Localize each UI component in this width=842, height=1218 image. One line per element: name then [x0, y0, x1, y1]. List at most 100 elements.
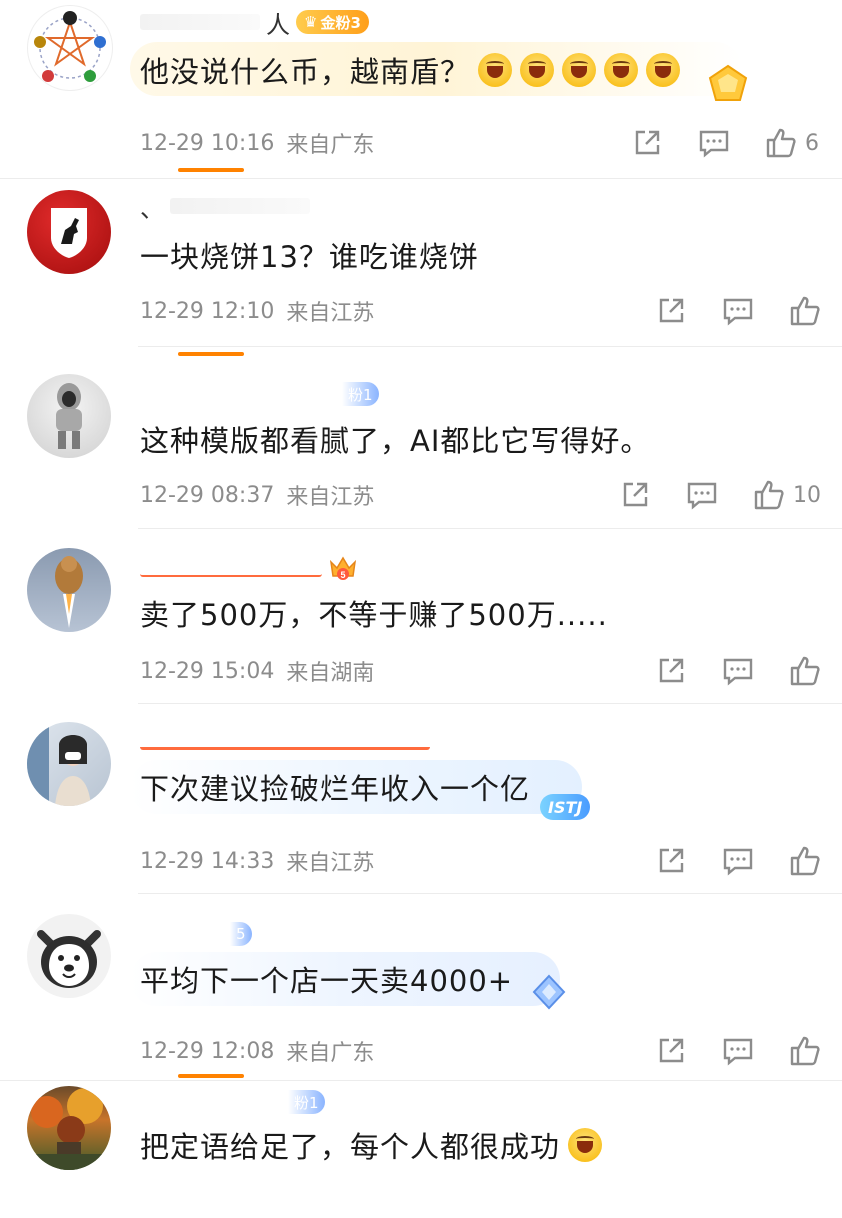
- share-button[interactable]: [656, 844, 686, 878]
- comment-3: 粉1 这种模版都看腻了，AI都比它写得好。 12-29 08:37 来自江苏 1…: [0, 362, 842, 532]
- divider: [138, 528, 842, 529]
- like-button[interactable]: 10: [753, 478, 821, 512]
- divider: [0, 1080, 842, 1081]
- share-button[interactable]: [620, 478, 650, 512]
- comment-icon: [723, 848, 753, 876]
- avatar[interactable]: [27, 374, 111, 458]
- avatar[interactable]: [27, 722, 111, 806]
- fan-badge[interactable]: 粉1: [288, 1090, 325, 1114]
- like-count: 6: [805, 130, 819, 156]
- like-button[interactable]: [789, 844, 821, 878]
- comment-4: 5 卖了500万，不等于赚了500万..... 12-29 15:04 来自湖南: [0, 532, 842, 704]
- comment-icon: [723, 1038, 753, 1066]
- fan-badge-label: 粉1: [348, 385, 373, 404]
- share-icon: [635, 130, 660, 155]
- comment-time: 12-29 08:37: [140, 482, 275, 508]
- username-masked: [140, 926, 224, 942]
- husky-dog-icon: [37, 930, 101, 988]
- share-button[interactable]: [656, 654, 686, 688]
- comment-text: 卖了500万，不等于赚了500万.....: [140, 588, 608, 638]
- comment-7: 粉1 把定语给足了，每个人都很成功: [0, 1082, 842, 1200]
- comment-meta: 12-29 15:04 来自湖南: [140, 656, 375, 687]
- reply-button[interactable]: [698, 126, 730, 160]
- username-masked: [140, 730, 430, 750]
- comment-text-body: 这种模版都看腻了，AI都比它写得好。: [140, 424, 651, 458]
- comment-text-body: 下次建议捡破烂年收入一个亿: [140, 772, 531, 806]
- comment-location: 来自江苏: [286, 301, 375, 326]
- rocket-dog-icon: [55, 556, 83, 628]
- thumbs-up-icon: [790, 296, 820, 326]
- reply-indicator: [178, 352, 244, 356]
- thumbs-up-icon: [790, 1036, 820, 1066]
- fan-badge[interactable]: 粉1: [342, 382, 379, 406]
- username[interactable]: [140, 726, 430, 754]
- username[interactable]: 5: [140, 920, 252, 948]
- username[interactable]: 粉1: [140, 1088, 325, 1116]
- fan-badge[interactable]: ♛ 金粉3: [296, 10, 369, 34]
- share-icon: [659, 658, 684, 683]
- comment-location: 来自广东: [286, 1041, 375, 1066]
- forest-photo-icon: [27, 1088, 111, 1170]
- share-icon: [659, 1038, 684, 1063]
- crown-badge-icon[interactable]: 5: [328, 554, 358, 582]
- comment-time: 12-29 15:04: [140, 658, 275, 684]
- comment-text-body: 把定语给足了，每个人都很成功: [140, 1130, 561, 1164]
- reply-button[interactable]: [686, 478, 718, 512]
- comment-text: 把定语给足了，每个人都很成功: [140, 1120, 603, 1170]
- five-elements-icon: [34, 11, 106, 82]
- comment-location: 来自湖南: [286, 661, 375, 686]
- avatar[interactable]: [27, 5, 113, 91]
- comment-icon: [687, 482, 717, 510]
- comment-meta: 12-29 14:33 来自江苏: [140, 846, 374, 877]
- like-button[interactable]: [789, 654, 821, 688]
- avatar[interactable]: [27, 914, 111, 998]
- username-tail: 人: [266, 10, 290, 39]
- reply-indicator: [178, 168, 244, 172]
- username-masked: [140, 14, 260, 30]
- comment-meta: 12-29 08:37 来自江苏: [140, 480, 374, 511]
- thumbs-up-icon: [790, 656, 820, 686]
- reply-button[interactable]: [722, 844, 754, 878]
- username[interactable]: 5: [140, 554, 358, 582]
- laughing-emoji-icon: [478, 53, 513, 87]
- fan-badge[interactable]: 5: [230, 922, 252, 946]
- prancing-horse-icon: [51, 208, 87, 258]
- comment-time: 12-29 14:33: [140, 848, 275, 874]
- fan-badge-label: 5: [236, 925, 246, 943]
- like-button[interactable]: [789, 294, 821, 328]
- laughing-emoji-icon: [562, 53, 597, 87]
- like-button[interactable]: [789, 1034, 821, 1068]
- reply-button[interactable]: [722, 294, 754, 328]
- share-button[interactable]: [632, 126, 662, 160]
- comment-text: 他没说什么币，越南盾？: [140, 45, 681, 95]
- share-icon: [623, 482, 648, 507]
- laughing-emoji-icon: [646, 53, 681, 87]
- username[interactable]: 人 ♛ 金粉3: [140, 8, 369, 39]
- divider: [138, 346, 842, 347]
- share-button[interactable]: [656, 294, 686, 328]
- username-masked: [140, 386, 336, 402]
- avatar[interactable]: [27, 548, 111, 632]
- reply-button[interactable]: [722, 1034, 754, 1068]
- comment-text-body: 卖了500万，不等于赚了500万.....: [140, 598, 608, 632]
- comment-6: 5 平均下一个店一天卖4000+ 12-29 12:08 来自广东: [0, 894, 842, 1082]
- hooded-figure-icon: [56, 383, 82, 449]
- reply-indicator: [178, 1074, 244, 1078]
- username[interactable]: 粉1: [140, 380, 379, 408]
- gold-fan-gem-icon: [708, 64, 748, 101]
- istj-badge-label: ISTJ: [548, 797, 583, 817]
- thumbs-up-icon: [766, 128, 796, 158]
- laughing-emoji-icon: [568, 1128, 603, 1162]
- username-masked: [140, 1094, 282, 1110]
- comment-location: 来自广东: [286, 133, 375, 158]
- share-button[interactable]: [656, 1034, 686, 1068]
- reply-button[interactable]: [722, 654, 754, 688]
- comment-meta: [140, 1188, 152, 1218]
- crown-icon: ♛: [304, 13, 318, 31]
- crown-badge-level: 5: [340, 570, 345, 580]
- avatar[interactable]: [27, 1086, 111, 1170]
- username[interactable]: 、: [140, 192, 310, 223]
- avatar[interactable]: [27, 190, 111, 274]
- like-button[interactable]: 6: [765, 126, 819, 160]
- comment-text-body: 他没说什么币，越南盾？: [140, 55, 471, 89]
